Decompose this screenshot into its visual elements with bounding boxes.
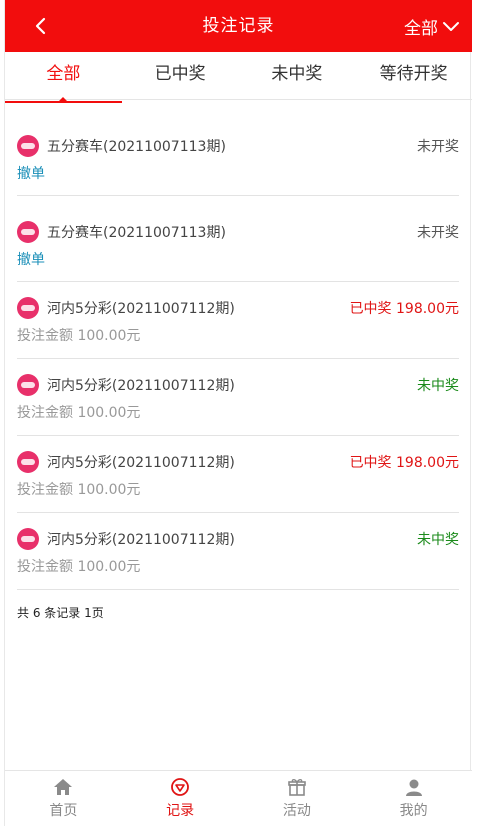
record-row[interactable]: 河内5分彩(20211007112期) 未中奖 投注金额 100.00元 [17, 359, 459, 436]
tab-won[interactable]: 已中奖 [122, 52, 239, 99]
nav-record[interactable]: 记录 [122, 771, 239, 826]
chevron-left-icon [35, 17, 46, 35]
record-list: 五分赛车(20211007113期) 未开奖 撤单 五分赛车(202110071… [17, 120, 459, 590]
lottery-name: 河内5分彩(20211007112期) [47, 532, 235, 548]
tab-label: 未中奖 [271, 64, 323, 84]
filter-dropdown[interactable]: 全部 [404, 0, 460, 52]
lottery-name: 五分赛车(20211007113期) [47, 139, 226, 155]
tab-pending[interactable]: 等待开奖 [355, 52, 472, 99]
record-row[interactable]: 五分赛车(20211007113期) 未开奖 撤单 [17, 120, 459, 196]
record-status: 已中奖 198.00元 [349, 301, 459, 317]
record-row[interactable]: 五分赛车(20211007113期) 未开奖 撤单 [17, 196, 459, 282]
lottery-name: 河内5分彩(20211007112期) [47, 455, 235, 471]
status-tabs: 全部 已中奖 未中奖 等待开奖 [5, 52, 472, 103]
bottom-nav: 首页 记录 活动 我的 [5, 770, 472, 826]
lottery-name: 河内5分彩(20211007112期) [47, 301, 235, 317]
record-icon [171, 778, 190, 796]
user-icon [405, 779, 422, 796]
top-bar: 投注记录 全部 [5, 0, 472, 52]
record-status: 未中奖 [417, 378, 459, 394]
tab-label: 全部 [46, 64, 81, 84]
tab-lost[interactable]: 未中奖 [239, 52, 356, 99]
lottery-name: 河内5分彩(20211007112期) [47, 378, 235, 394]
bet-amount: 投注金额 100.00元 [17, 482, 141, 498]
record-status: 未开奖 [417, 139, 459, 155]
nav-home[interactable]: 首页 [5, 771, 122, 826]
back-button[interactable] [29, 14, 53, 38]
lottery-logo-icon [17, 374, 39, 396]
tab-caret-icon [57, 97, 70, 103]
page-title: 投注记录 [202, 16, 275, 36]
nav-label: 活动 [282, 803, 311, 819]
bet-amount: 投注金额 100.00元 [17, 328, 141, 344]
app-frame: 投注记录 全部 全部 已中奖 未中奖 等待开奖 五分赛车(20211007113… [4, 0, 472, 826]
record-row[interactable]: 河内5分彩(20211007112期) 已中奖 198.00元 投注金额 100… [17, 282, 459, 359]
nav-mine[interactable]: 我的 [355, 771, 472, 826]
lottery-logo-icon [17, 221, 39, 243]
lottery-logo-icon [17, 528, 39, 550]
record-status: 未开奖 [417, 225, 459, 241]
nav-label: 记录 [166, 803, 195, 819]
nav-label: 我的 [399, 803, 428, 819]
record-status: 未中奖 [417, 532, 459, 548]
filter-label: 全部 [404, 18, 438, 39]
tab-label: 已中奖 [154, 64, 206, 84]
cancel-bet-link[interactable]: 撤单 [17, 252, 45, 268]
record-row[interactable]: 河内5分彩(20211007112期) 未中奖 投注金额 100.00元 [17, 513, 459, 590]
record-row[interactable]: 河内5分彩(20211007112期) 已中奖 198.00元 投注金额 100… [17, 436, 459, 513]
cancel-bet-link[interactable]: 撤单 [17, 166, 45, 182]
nav-activity[interactable]: 活动 [239, 771, 356, 826]
pagination-summary: 共 6 条记录 1页 [17, 606, 104, 620]
home-icon [54, 779, 73, 795]
record-status: 已中奖 198.00元 [349, 455, 459, 471]
tab-all[interactable]: 全部 [5, 52, 122, 103]
nav-label: 首页 [49, 803, 78, 819]
lottery-logo-icon [17, 297, 39, 319]
chevron-down-icon [443, 22, 459, 31]
gift-icon [288, 779, 306, 796]
lottery-logo-icon [17, 451, 39, 473]
tab-label: 等待开奖 [379, 64, 448, 84]
bet-amount: 投注金额 100.00元 [17, 559, 141, 575]
bet-amount: 投注金额 100.00元 [17, 405, 141, 421]
lottery-logo-icon [17, 135, 39, 157]
lottery-name: 五分赛车(20211007113期) [47, 225, 226, 241]
